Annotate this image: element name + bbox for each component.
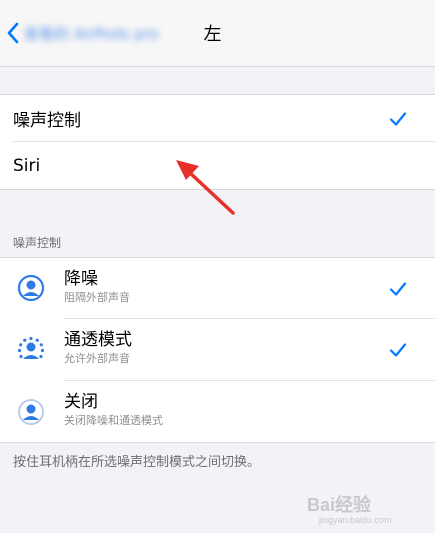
- checkmark-icon: [389, 343, 407, 357]
- option-label: 噪声控制: [13, 111, 81, 131]
- noise-mode-group: 降噪 阻隔外部声音 通透模式 允许外部声音 关闭 关闭降噪和通透模式: [0, 257, 435, 443]
- mode-subtitle: 阻隔外部声音: [64, 291, 130, 304]
- option-siri[interactable]: Siri: [0, 142, 435, 189]
- transparency-icon: [17, 336, 45, 359]
- mode-text: 通透模式 允许外部声音: [64, 329, 132, 367]
- mode-subtitle: 关闭降噪和通透模式: [64, 414, 163, 427]
- watermark-url: jingyan.baidu.com: [318, 515, 392, 525]
- option-noise-control[interactable]: 噪声控制: [0, 95, 435, 142]
- watermark-brand: Bai经验: [307, 494, 372, 515]
- noise-cancellation-icon: [17, 274, 45, 302]
- option-label: Siri: [13, 155, 41, 176]
- mode-title: 降噪: [64, 269, 98, 289]
- mode-off[interactable]: 关闭 关闭降噪和通透模式: [0, 381, 435, 442]
- back-button[interactable]: 查看的 AirPods pro: [6, 18, 159, 48]
- section-footer: 按住耳机柄在所选噪声控制模式之间切换。: [13, 455, 261, 470]
- mode-title: 通透模式: [64, 330, 132, 350]
- mode-text: 降噪 阻隔外部声音: [64, 268, 130, 306]
- mode-noise-cancellation[interactable]: 降噪 阻隔外部声音: [0, 258, 435, 319]
- checkmark-icon: [389, 111, 407, 126]
- chevron-left-icon: [7, 22, 19, 44]
- mode-subtitle: 允许外部声音: [64, 352, 130, 365]
- mode-title: 关闭: [64, 392, 98, 412]
- checkmark-icon: [389, 281, 407, 296]
- navigation-bar: 查看的 AirPods pro 左: [0, 0, 435, 67]
- section-header: 噪声控制: [13, 236, 62, 250]
- mode-text: 关闭 关闭降噪和通透模式: [64, 391, 163, 429]
- mode-transparency[interactable]: 通透模式 允许外部声音: [0, 319, 435, 381]
- noise-off-icon: [18, 399, 44, 425]
- page-title: 左: [203, 24, 222, 45]
- back-button-label: 查看的 AirPods pro: [24, 24, 159, 43]
- baidu-jingyan-watermark: Bai经验 jingyan.baidu.com: [307, 494, 392, 525]
- press-option-group: 噪声控制 Siri: [0, 94, 435, 190]
